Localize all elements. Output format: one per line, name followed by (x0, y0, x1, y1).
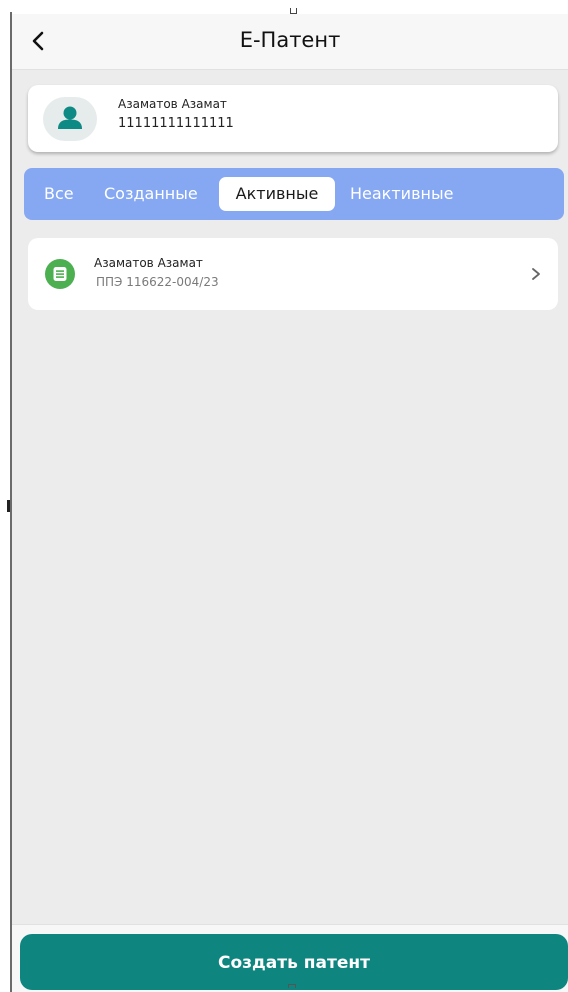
patent-holder-name: Азаматов Азамат (94, 256, 203, 270)
tab-all[interactable]: Все (44, 177, 74, 211)
side-button-mark (7, 500, 10, 512)
page-title: Е-Патент (239, 28, 341, 52)
status-tabs: Все Созданные Активные Неактивные (24, 168, 564, 220)
create-patent-button[interactable]: Создать патент (20, 934, 568, 990)
document-glyph (53, 267, 67, 281)
document-icon (45, 259, 75, 289)
user-icon (58, 106, 82, 129)
avatar (43, 97, 97, 141)
tab-active[interactable]: Активные (219, 177, 335, 211)
profile-id: 11111111111111 (118, 116, 234, 131)
patent-list-item[interactable]: Азаматов Азамат ППЭ 116622-004/23 (28, 238, 558, 310)
tab-inactive[interactable]: Неактивные (350, 177, 453, 211)
tab-created[interactable]: Созданные (104, 177, 198, 211)
profile-card: Азаматов Азамат 11111111111111 (28, 85, 558, 152)
chevron-right-icon (532, 268, 540, 280)
main-content: Азаматов Азамат 11111111111111 Все Созда… (12, 70, 568, 924)
top-app-bar: Е-Патент (12, 14, 568, 70)
bottom-notch-mark (288, 984, 296, 988)
profile-name: Азаматов Азамат (118, 97, 227, 111)
patent-number: ППЭ 116622-004/23 (96, 275, 219, 289)
app-screen: Е-Патент Азаматов Азамат 11111111111111 … (0, 0, 568, 992)
bottom-bar: Создать патент (12, 924, 568, 992)
